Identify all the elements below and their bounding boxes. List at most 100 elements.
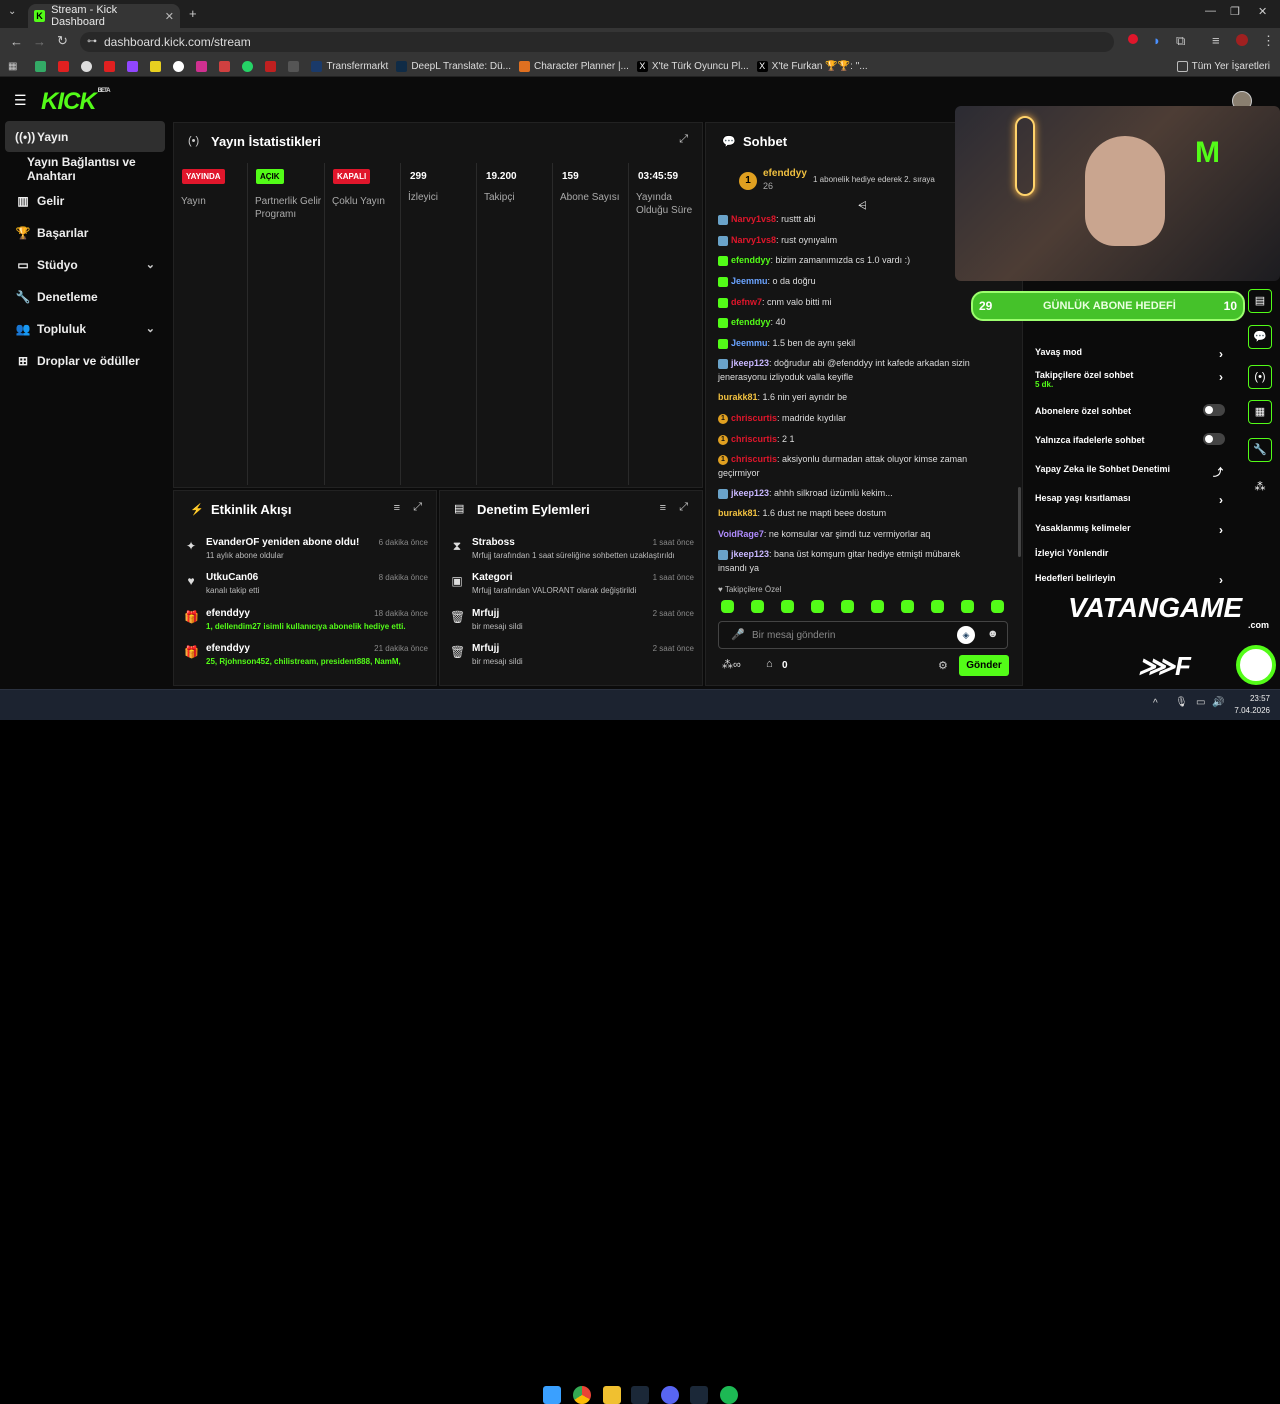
sidebar-item-gelir[interactable]: ▥ Gelir xyxy=(5,185,165,216)
sidebar-item-denetleme[interactable]: 🔧 Denetleme xyxy=(5,281,165,312)
discord-icon[interactable] xyxy=(661,1386,679,1404)
menu-dots-icon[interactable]: ⋮ xyxy=(1262,33,1275,49)
youtube-icon[interactable] xyxy=(58,60,70,72)
twitch-icon[interactable] xyxy=(127,60,139,72)
mic-icon[interactable]: 🎤 xyxy=(731,628,745,641)
bookmark-deepl[interactable]: DeepL Translate: Dü... xyxy=(396,60,511,72)
chat-username[interactable]: burakk81 xyxy=(718,508,758,518)
setting-item[interactable]: Yavaş mod › xyxy=(1035,347,1225,361)
expand-icon[interactable]: ⤢ xyxy=(679,501,688,514)
kick-logo[interactable]: KICK BETA xyxy=(41,88,111,116)
youtube-icon[interactable] xyxy=(104,60,116,72)
emote-icon[interactable] xyxy=(781,600,794,613)
rail-grid-icon[interactable]: ▦ xyxy=(1248,400,1272,424)
extension-icon[interactable]: ◗ xyxy=(1153,33,1161,48)
pinned-user[interactable]: efenddyy xyxy=(763,168,807,179)
sidebar-item-yayin[interactable]: ((•)) Yayın xyxy=(5,121,165,152)
sidebar-item-studyo[interactable]: ▭ Stüdyo ⌄ xyxy=(5,249,165,280)
chat-username[interactable]: Narvy1vs8 xyxy=(731,214,776,224)
rail-broadcast-icon[interactable]: (•) xyxy=(1248,365,1272,389)
setting-item[interactable]: Abonelere özel sohbet xyxy=(1035,404,1225,416)
reload-icon[interactable]: ↻ xyxy=(57,33,68,49)
sidebar-item-droplar[interactable]: ⊞ Droplar ve ödüller xyxy=(5,345,165,376)
filter-icon[interactable]: ≡ xyxy=(394,502,400,514)
bookmark-character-planner[interactable]: Character Planner |... xyxy=(519,60,629,72)
folder-icon[interactable] xyxy=(603,1386,621,1404)
hamburger-menu-icon[interactable]: ☰ xyxy=(14,92,27,109)
chat-username[interactable]: efenddyy xyxy=(731,255,771,265)
bookmark-icon[interactable] xyxy=(150,60,162,72)
bookmark-icon[interactable] xyxy=(35,60,47,72)
setting-item[interactable]: Hedefleri belirleyin › xyxy=(1035,573,1225,587)
chat-username[interactable]: defnw7 xyxy=(731,297,762,307)
expand-icon[interactable]: ⤢ xyxy=(679,133,688,146)
chat-username[interactable]: Jeemmu xyxy=(731,276,768,286)
browser-tab[interactable]: K Stream - Kick Dashboard ✕ xyxy=(28,4,180,28)
sidebar-item-stream-key[interactable]: Yayın Bağlantısı ve Anahtarı xyxy=(5,153,165,184)
url-input[interactable]: dashboard.kick.com/stream xyxy=(80,32,1114,52)
emote-icon[interactable] xyxy=(841,600,854,613)
media-icon[interactable]: ≡ xyxy=(1212,33,1220,48)
bookmark-icon[interactable] xyxy=(265,60,277,72)
chat-username[interactable]: jkeep123 xyxy=(731,488,769,498)
sidebar-item-basarilar[interactable]: 🏆 Başarılar xyxy=(5,217,165,248)
network-icon[interactable]: ▭ xyxy=(1196,697,1205,708)
instagram-icon[interactable] xyxy=(196,60,208,72)
rail-more-icon[interactable]: ⁂ xyxy=(1248,476,1272,500)
emote-icon[interactable] xyxy=(901,600,914,613)
back-icon[interactable]: ← xyxy=(10,34,23,49)
apps-grid-icon[interactable]: ▦ xyxy=(8,61,17,72)
toggle-switch[interactable] xyxy=(1203,404,1225,416)
google-icon[interactable] xyxy=(81,60,93,72)
rail-wrench-icon[interactable]: 🔧 xyxy=(1248,438,1272,462)
setting-item[interactable]: Hesap yaşı kısıtlaması › xyxy=(1035,493,1225,507)
chat-username[interactable]: Jeemmu xyxy=(731,338,768,348)
toggle-switch[interactable] xyxy=(1203,433,1225,445)
extension-icon[interactable]: ◈ xyxy=(957,626,975,644)
spotify-icon[interactable] xyxy=(720,1386,738,1404)
chat-username[interactable]: VoidRage7 xyxy=(718,529,764,539)
send-button[interactable]: Gönder xyxy=(959,655,1009,676)
emote-icon[interactable] xyxy=(931,600,944,613)
tray-chevron-icon[interactable]: ^ xyxy=(1153,698,1158,709)
new-tab-icon[interactable]: + xyxy=(189,6,197,21)
minimize-icon[interactable]: — xyxy=(1205,5,1216,17)
window-close-icon[interactable]: ✕ xyxy=(1258,5,1267,18)
chat-username[interactable]: chriscurtis xyxy=(731,454,777,464)
emoji-icon[interactable]: ☻ xyxy=(987,628,999,640)
chat-username[interactable]: efenddyy xyxy=(731,317,771,327)
setting-item[interactable]: Yalnızca ifadelerle sohbet xyxy=(1035,433,1225,445)
emote-icon[interactable] xyxy=(961,600,974,613)
profile-icon[interactable] xyxy=(1236,34,1248,46)
setting-item[interactable]: Yapay Zeka ile Sohbet Denetimi ⤴ xyxy=(1035,464,1225,479)
rail-chat-icon[interactable]: ▤ xyxy=(1248,289,1272,313)
steam-icon[interactable] xyxy=(631,1386,649,1404)
rail-message-icon[interactable]: 💬 xyxy=(1248,325,1272,349)
chat-scrollbar[interactable] xyxy=(1018,487,1021,557)
site-info-icon[interactable]: ⊶ xyxy=(87,36,97,47)
windows-start-icon[interactable] xyxy=(543,1386,561,1404)
bookmark-transfermarkt[interactable]: Transfermarkt xyxy=(311,60,388,72)
steam-icon[interactable] xyxy=(690,1386,708,1404)
setting-item[interactable]: Yasaklanmış kelimeler › xyxy=(1035,523,1225,537)
emote-icon[interactable] xyxy=(991,600,1004,613)
chat-username[interactable]: Narvy1vs8 xyxy=(731,235,776,245)
extension-icon[interactable] xyxy=(1128,34,1138,44)
points-icon[interactable]: ⁂∞ xyxy=(722,658,741,671)
chat-username[interactable]: chriscurtis xyxy=(731,413,777,423)
sidebar-item-topluluk[interactable]: 👥 Topluluk ⌄ xyxy=(5,313,165,344)
gear-icon[interactable]: ⚙ xyxy=(938,659,948,672)
emote-icon[interactable] xyxy=(871,600,884,613)
chrome-icon[interactable] xyxy=(573,1386,591,1404)
chat-username[interactable]: jkeep123 xyxy=(731,358,769,368)
chat-username[interactable]: jkeep123 xyxy=(731,549,769,559)
forward-icon[interactable]: → xyxy=(33,34,46,49)
setting-item[interactable]: İzleyici Yönlendir xyxy=(1035,548,1225,558)
all-bookmarks[interactable]: Tüm Yer İşaretleri xyxy=(1176,60,1270,72)
bookmark-icon[interactable] xyxy=(173,60,185,72)
tab-list-icon[interactable]: ⌄ xyxy=(8,6,16,17)
emote-icon[interactable] xyxy=(751,600,764,613)
extensions-puzzle-icon[interactable]: ⧉ xyxy=(1176,33,1185,49)
filter-icon[interactable]: ≡ xyxy=(660,502,666,514)
emote-icon[interactable] xyxy=(721,600,734,613)
